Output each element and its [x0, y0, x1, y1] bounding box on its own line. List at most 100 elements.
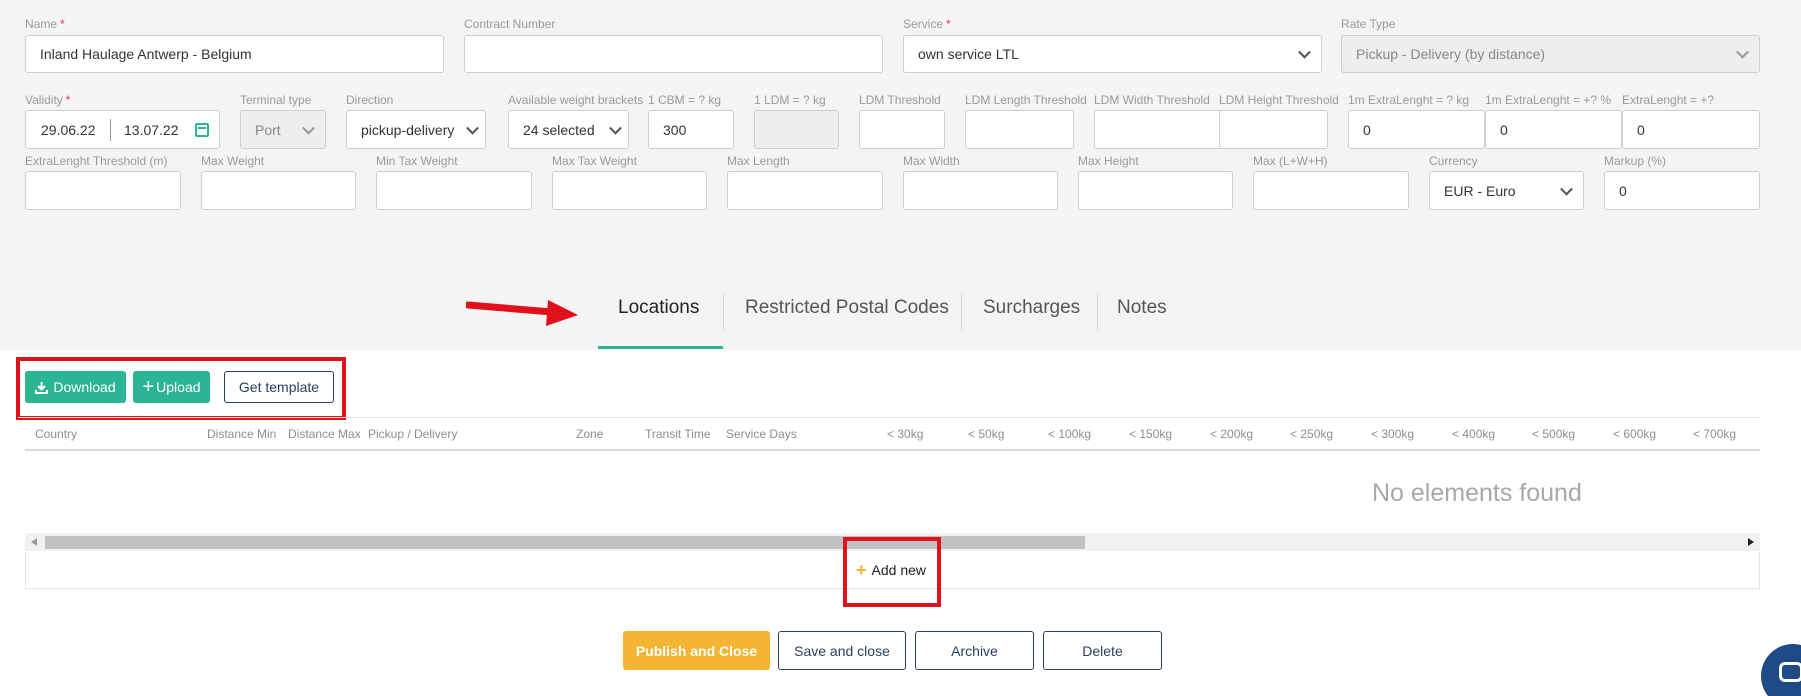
- column-header: < 400kg: [1452, 427, 1496, 441]
- scroll-right-icon[interactable]: [1748, 538, 1754, 546]
- direction-select[interactable]: pickup-delivery: [346, 110, 486, 149]
- publish-and-close-button[interactable]: Publish and Close: [623, 631, 770, 670]
- column-header: < 100kg: [1048, 427, 1092, 441]
- min-tax-weight-input[interactable]: [376, 171, 532, 210]
- extra-length-plus-input[interactable]: 0: [1622, 110, 1760, 149]
- terminal-type-label: Terminal type: [240, 93, 312, 107]
- column-header: < 250kg: [1290, 427, 1334, 441]
- chevron-down-icon: [466, 121, 479, 135]
- column-header: Service Days: [726, 427, 797, 441]
- max-tax-weight-input[interactable]: [552, 171, 707, 210]
- add-new-button[interactable]: + Add new: [856, 560, 926, 580]
- max-lwh-label: Max (L+W+H): [1253, 154, 1328, 168]
- column-header: Country: [35, 427, 78, 441]
- chevron-down-icon: [302, 121, 315, 135]
- active-tab-indicator: [598, 346, 723, 349]
- name-input[interactable]: Inland Haulage Antwerp - Belgium: [25, 35, 444, 73]
- plus-icon: +: [142, 376, 155, 398]
- empty-table-message: No elements found: [1372, 479, 1582, 507]
- name-label: Name *: [25, 17, 65, 31]
- column-header: Pickup / Delivery: [368, 427, 458, 441]
- contract-number-label: Contract Number: [464, 17, 556, 31]
- column-header: < 700kg: [1693, 427, 1737, 441]
- extra-length-threshold-label: ExtraLenght Threshold (m): [25, 154, 168, 168]
- save-and-close-button[interactable]: Save and close: [778, 631, 906, 670]
- table-top-divider: [18, 417, 1760, 418]
- max-weight-input[interactable]: [201, 171, 356, 210]
- cbm-input[interactable]: 300: [648, 110, 734, 149]
- currency-label: Currency: [1429, 154, 1478, 168]
- validity-label: Validity *: [25, 93, 71, 107]
- column-header: < 500kg: [1532, 427, 1576, 441]
- currency-select[interactable]: EUR - Euro: [1429, 171, 1584, 210]
- ldm-height-threshold-input[interactable]: [1219, 110, 1328, 149]
- ldm-label: 1 LDM = ? kg: [754, 93, 826, 107]
- chevron-down-icon: [1298, 45, 1311, 59]
- download-icon: [35, 381, 49, 394]
- chevron-down-icon: [609, 121, 622, 135]
- ldm-length-threshold-input[interactable]: [965, 110, 1074, 149]
- column-header: < 30kg: [887, 427, 924, 441]
- tab-surcharges[interactable]: Surcharges: [983, 297, 1080, 319]
- weight-brackets-select[interactable]: 24 selected: [508, 110, 629, 149]
- markup-label: Markup (%): [1604, 154, 1667, 168]
- extra-length-pct-label: 1m ExtraLenght = +? %: [1485, 93, 1612, 107]
- tab-restricted-postal-codes[interactable]: Restricted Postal Codes: [745, 297, 949, 319]
- ldm-height-threshold-label: LDM Height Threshold: [1219, 93, 1339, 107]
- column-header: Transit Time: [645, 427, 711, 441]
- direction-label: Direction: [346, 93, 394, 107]
- extra-length-kg-label: 1m ExtraLenght = ? kg: [1348, 93, 1470, 107]
- chevron-down-icon: [1736, 45, 1749, 59]
- upload-button[interactable]: + Upload: [133, 371, 210, 403]
- max-length-input[interactable]: [727, 171, 883, 210]
- date-separator: [110, 119, 111, 141]
- max-lwh-input[interactable]: [1253, 171, 1409, 210]
- min-tax-weight-label: Min Tax Weight: [376, 154, 458, 168]
- service-label: Service *: [903, 17, 951, 31]
- tab-divider: [723, 293, 724, 331]
- chat-icon: [1779, 662, 1801, 682]
- get-template-button[interactable]: Get template: [224, 371, 334, 403]
- ldm-threshold-label: LDM Threshold: [859, 93, 941, 107]
- max-height-input[interactable]: [1078, 171, 1233, 210]
- red-arrow-annotation: [466, 300, 578, 326]
- tab-divider: [961, 293, 962, 331]
- form-panel: Name * Inland Haulage Antwerp - Belgium C…: [0, 0, 1801, 350]
- column-header: Distance Min: [207, 427, 277, 441]
- chat-widget-button[interactable]: [1761, 644, 1801, 696]
- validity-to[interactable]: 13.07.22: [124, 122, 179, 138]
- chevron-down-icon: [1560, 182, 1573, 196]
- archive-button[interactable]: Archive: [915, 631, 1034, 670]
- column-header: < 200kg: [1210, 427, 1254, 441]
- column-header: < 50kg: [968, 427, 1005, 441]
- calendar-icon[interactable]: [195, 123, 209, 137]
- ldm-input: [754, 110, 839, 149]
- extra-length-threshold-input[interactable]: [25, 171, 181, 210]
- column-header: Zone: [576, 427, 604, 441]
- max-tax-weight-label: Max Tax Weight: [552, 154, 637, 168]
- tab-locations[interactable]: Locations: [618, 297, 699, 319]
- rate-type-select: Pickup - Delivery (by distance): [1341, 35, 1760, 73]
- service-select[interactable]: own service LTL: [903, 35, 1322, 73]
- tab-notes[interactable]: Notes: [1117, 297, 1167, 319]
- markup-input[interactable]: 0: [1604, 171, 1760, 210]
- max-length-label: Max Length: [727, 154, 790, 168]
- rate-type-label: Rate Type: [1341, 17, 1396, 31]
- column-header: Distance Max: [288, 427, 361, 441]
- download-button[interactable]: Download: [25, 371, 126, 403]
- ldm-threshold-input[interactable]: [859, 110, 945, 149]
- extra-length-pct-input[interactable]: 0: [1485, 110, 1622, 149]
- delete-button[interactable]: Delete: [1043, 631, 1162, 670]
- validity-date-range[interactable]: 29.06.22 13.07.22: [25, 110, 220, 149]
- ldm-width-threshold-input[interactable]: [1094, 110, 1230, 149]
- column-header: < 300kg: [1371, 427, 1415, 441]
- column-header: < 150kg: [1129, 427, 1173, 441]
- extra-length-kg-input[interactable]: 0: [1348, 110, 1485, 149]
- validity-from[interactable]: 29.06.22: [41, 122, 96, 138]
- plus-icon: +: [856, 560, 867, 580]
- contract-number-input[interactable]: [464, 35, 883, 73]
- scroll-left-icon[interactable]: [31, 538, 37, 546]
- max-width-label: Max Width: [903, 154, 960, 168]
- max-width-input[interactable]: [903, 171, 1058, 210]
- extra-length-plus-label: ExtraLenght = +?: [1622, 93, 1715, 107]
